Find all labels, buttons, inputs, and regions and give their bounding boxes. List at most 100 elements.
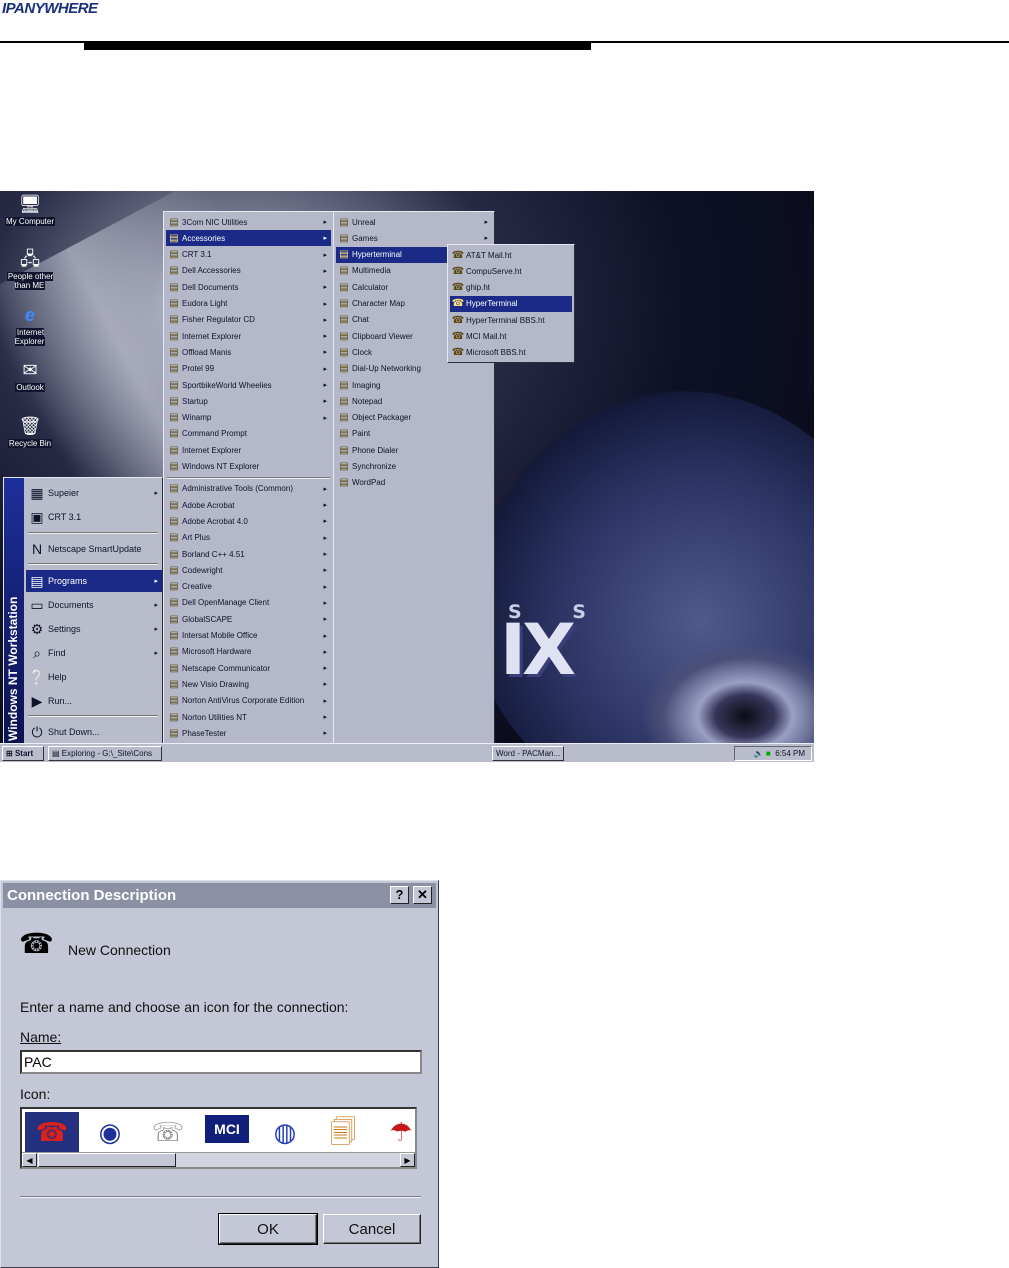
menu-item[interactable]: ▤ 3Com NIC Utilities ▸ [166,214,331,230]
submenu-arrow-icon: ▸ [323,267,327,275]
network-status-icon[interactable]: ■ [766,749,775,758]
desktop-icon-internet-explorer[interactable]: e Internet Explorer [3,304,57,346]
start-item-crt[interactable]: ▣ CRT 3.1 [26,506,162,528]
menu-item[interactable]: ▤ Object Packager [336,410,492,426]
menu-item[interactable]: ▤ Administrative Tools (Common) ▸ [166,481,331,497]
close-button[interactable]: ✕ [413,886,432,904]
folder-icon: ▤ [169,483,179,495]
submenu-arrow-icon: ▸ [323,382,327,389]
menu-item[interactable]: ▤ Borland C++ 4.51 ▸ [166,546,331,562]
folder-icon: ▤ [339,281,349,293]
icon-option-att-globe[interactable]: ◉ [83,1112,137,1152]
start-item-find[interactable]: ⌕ Find ▸ [26,642,162,664]
menu-item[interactable]: ▤ Notepad [336,393,492,409]
menu-item[interactable]: ▤ Adobe Acrobat ▸ [166,497,331,513]
menu-item[interactable]: ▤ Synchronize [336,459,492,475]
start-item-programs[interactable]: ▤ Programs ▸ [26,570,162,592]
start-item-help[interactable]: ❔ Help [26,666,162,688]
submenu-arrow-icon: ▸ [323,714,327,721]
menu-item[interactable]: ▤ Winamp ▸ [166,410,331,426]
taskbar-explorer-button[interactable]: ▤ Exploring - G:\_Site\Cons [48,746,162,761]
speaker-icon[interactable]: 🔈 [754,749,766,758]
scroll-thumb[interactable] [38,1153,176,1167]
folder-icon: ▤ [169,581,179,593]
menu-item[interactable]: ▤ Command Prompt [166,426,331,442]
icon-option-umbrella[interactable]: ☂ [374,1112,415,1152]
menu-item[interactable]: ▤Startup▸ [166,393,331,409]
start-item-netscape-smartupdate[interactable]: N Netscape SmartUpdate [26,538,162,560]
start-menu-banner: Windows NT Workstation [4,478,24,747]
menu-item[interactable]: ▤ Dell Accessories ▸ [166,263,331,279]
start-item-shut-down[interactable]: ⏻ Shut Down... [26,721,162,743]
folder-icon: ▤ [339,265,349,277]
scroll-left-icon[interactable]: ◀ [22,1153,37,1167]
menu-item[interactable]: ▤ Internet Explorer ▸ [166,328,331,344]
icon-list-scrollbar[interactable]: ◀ ▶ [22,1152,415,1167]
menu-item[interactable]: ▤ Offload Manis ▸ [166,344,331,360]
menu-item[interactable]: ▤ Dial-Up Networking [336,361,492,377]
menu-item[interactable]: ☎ AT&T Mail.ht [450,247,572,263]
ok-button[interactable]: OK [218,1213,318,1245]
desktop-icon-recycle-bin[interactable]: 🗑 Recycle Bin [3,415,57,448]
desktop-icon-network[interactable]: 🖧 People other than ME [3,248,57,290]
menu-item[interactable]: ▤ Norton AntiVirus Corporate Edition ▸ [166,693,331,709]
menu-item[interactable]: ▤ Adobe Acrobat 4.0 ▸ [166,513,331,529]
submenu-arrow-icon: ▸ [323,648,327,656]
submenu-arrow-icon: ▸ [323,632,327,640]
menu-item[interactable]: ▤ Paint [336,426,492,442]
menu-item[interactable]: ▤ Protel 99 ▸ [166,361,331,377]
taskbar-word-button[interactable]: Word - PACMan... [492,746,564,761]
menu-item[interactable]: ▤ WordPad [336,475,492,491]
menu-item[interactable]: ▤ Accessories ▸ [166,230,331,247]
menu-item[interactable]: ☎ HyperTerminal [450,295,572,312]
icon-option-red-phone[interactable]: ☎ [25,1112,79,1152]
submenu-arrow-icon: ▸ [323,485,327,493]
menu-item[interactable]: ▤ New Visio Drawing ▸ [166,676,331,692]
menu-item[interactable]: ▤ Microsoft Hardware ▸ [166,644,331,660]
menu-item[interactable]: ▤ Unreal ▸ [336,214,492,230]
menu-item[interactable]: ☎ ghip.ht [450,280,572,296]
submenu-arrow-icon: ▸ [323,567,327,575]
menu-item[interactable]: ▤ PhaseTester ▸ [166,725,331,741]
clock: 6:54 PM [775,749,805,758]
folder-icon: ▤ [169,727,179,739]
start-item-settings[interactable]: ⚙ Settings ▸ [26,618,162,640]
menu-item[interactable]: ▤ Creative ▸ [166,579,331,595]
desktop-icon-outlook[interactable]: ✉ Outlook [3,359,57,392]
menu-item[interactable]: ▤ Eudora Light ▸ [166,296,331,312]
menu-item[interactable]: ☎ MCI Mail.ht [450,329,572,345]
system-tray: 🔈 ■ 6:54 PM [734,746,812,761]
menu-item[interactable]: ▤ Dell OpenManage Client ▸ [166,595,331,611]
start-item-run[interactable]: ▶ Run... [26,690,162,712]
menu-item[interactable]: ▤ Internet Explorer [166,442,331,458]
menu-item[interactable]: ▤ Phone Dialer [336,442,492,458]
menu-item[interactable]: ▤ Windows NT Explorer [166,459,331,475]
start-item-documents[interactable]: ▭ Documents ▸ [26,594,162,616]
cancel-button[interactable]: Cancel [323,1214,421,1244]
desktop-icon-my-computer[interactable]: 🖥 My Computer [3,193,57,226]
menu-item[interactable]: ▤ Dell Documents ▸ [166,279,331,295]
help-button[interactable]: ? [390,886,409,904]
menu-item[interactable]: ▤ Intersat Mobile Office ▸ [166,628,331,644]
menu-item[interactable]: ▤ Norton Utilities NT ▸ [166,709,331,725]
menu-item[interactable]: ▤ Art Plus ▸ [166,530,331,546]
menu-item[interactable]: ☎ Microsoft BBS.ht [450,345,572,361]
scroll-right-icon[interactable]: ▶ [400,1153,415,1167]
name-input[interactable] [20,1050,422,1074]
menu-item[interactable]: ☎ CompuServe.ht [450,263,572,279]
menu-item[interactable]: ▤ CRT 3.1 ▸ [166,247,331,263]
menu-item[interactable]: ▤ Netscape Communicator ▸ [166,660,331,676]
menu-item[interactable]: ▤ Fisher Regulator CD ▸ [166,312,331,328]
menu-item[interactable]: ▤ Imaging [336,377,492,393]
menu-item[interactable]: ▤ SportbikeWorld Wheelies ▸ [166,377,331,393]
icon-option-ge[interactable]: ◍ [258,1112,312,1152]
start-button[interactable]: ⊞ Start [2,746,44,761]
icon-option-fax-phone[interactable]: ☏ [141,1112,195,1152]
icon-option-documents[interactable]: 🗐 [316,1112,370,1152]
icon-option-mci[interactable]: MCI [205,1115,249,1143]
menu-item[interactable]: ▤ GlobalSCAPE ▸ [166,611,331,627]
menu-item[interactable]: ▤ Codewright ▸ [166,562,331,578]
menu-item[interactable]: ☎ HyperTerminal BBS.ht [450,312,572,328]
submenu-arrow-icon: ▸ [323,599,327,607]
start-item-supeier[interactable]: ▦ Supeier ▸ [26,482,162,504]
